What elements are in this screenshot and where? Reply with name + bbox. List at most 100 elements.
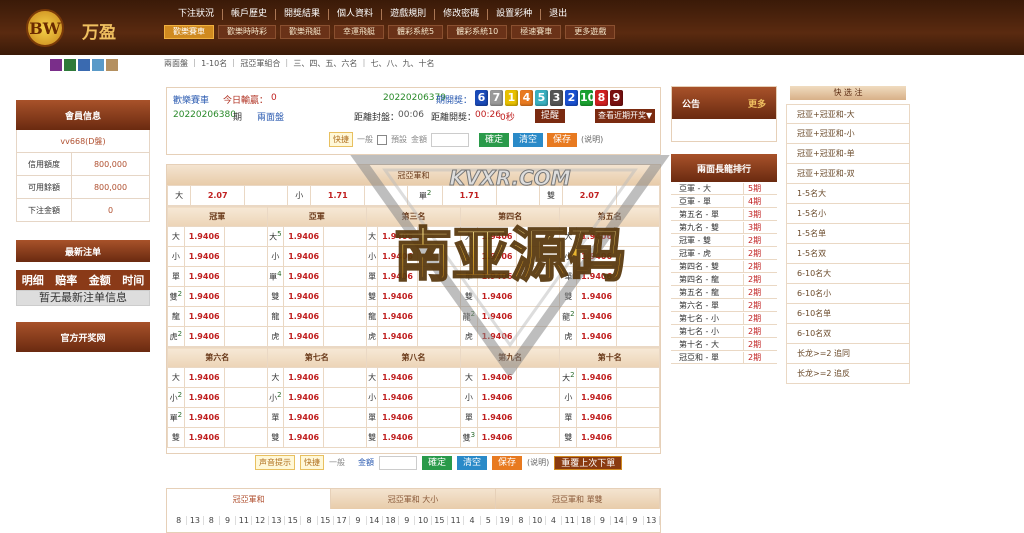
quick-bet-item[interactable]: 1-5名双 (786, 244, 910, 264)
clear-button-bottom[interactable]: 清空 (457, 455, 488, 470)
quick-bet-item[interactable]: 冠亚+冠亚和-大 (786, 104, 910, 124)
bet-amount-cell[interactable] (495, 185, 540, 206)
bet-amount-cell[interactable] (323, 246, 367, 267)
bet-amount-cell[interactable] (323, 266, 367, 287)
top-nav-item[interactable]: 個人資料 (329, 9, 383, 20)
quick-bet-item[interactable]: 6-10名大 (786, 264, 910, 284)
bet-amount-cell[interactable] (616, 367, 660, 388)
official-site-title[interactable]: 官方开奖网 (16, 322, 150, 352)
bet-amount-cell[interactable] (616, 427, 660, 448)
bet-amount-cell[interactable] (416, 326, 461, 347)
bet-amount-cell[interactable] (323, 367, 367, 388)
bet-amount-cell[interactable] (323, 387, 367, 408)
bet-amount-cell[interactable] (616, 387, 660, 408)
save-button[interactable]: 保存 (547, 132, 578, 147)
bet-amount-cell[interactable] (516, 407, 561, 428)
bet-amount-cell[interactable] (616, 407, 660, 428)
bet-amount-cell[interactable] (416, 226, 461, 247)
quick-bet-item[interactable]: 6-10名小 (786, 284, 910, 304)
bet-amount-cell[interactable] (616, 326, 660, 347)
bet-amount-cell[interactable] (616, 306, 660, 327)
stats-tab[interactable]: 冠亞軍和 (167, 489, 332, 509)
quick-mode-button[interactable]: 快捷 (329, 132, 353, 147)
bet-amount-cell[interactable] (223, 226, 268, 247)
game-tab[interactable]: 歡樂賽車 (164, 25, 214, 39)
bet-amount-cell[interactable] (223, 326, 268, 347)
bet-amount-cell[interactable] (323, 226, 367, 247)
clear-button[interactable]: 清空 (513, 132, 544, 147)
bet-amount-cell[interactable] (416, 306, 461, 327)
top-nav-item[interactable]: 開獎結果 (276, 9, 330, 20)
bet-amount-cell[interactable] (323, 326, 367, 347)
game-tab[interactable]: 更多遊戲 (565, 25, 616, 39)
bet-amount-cell[interactable] (416, 266, 461, 287)
sound-toggle[interactable]: 声音提示 (255, 455, 295, 470)
confirm-button-bottom[interactable]: 確定 (422, 455, 453, 470)
normal-mode-button-bottom[interactable]: 一般 (329, 457, 345, 468)
amount-input-bottom[interactable] (379, 455, 417, 470)
quick-bet-item[interactable]: 长龙>=2 追反 (786, 364, 910, 384)
bet-amount-cell[interactable] (323, 286, 367, 307)
preset-checkbox[interactable] (377, 134, 387, 145)
game-tab[interactable]: 歡樂飛艇 (280, 25, 330, 39)
bet-amount-cell[interactable] (516, 326, 561, 347)
official-site-link[interactable]: 官方开奖网 (16, 322, 150, 352)
bet-amount-cell[interactable] (416, 427, 461, 448)
amount-input[interactable] (431, 132, 469, 147)
bet-amount-cell[interactable] (516, 387, 561, 408)
bet-amount-cell[interactable] (223, 407, 268, 428)
bet-amount-cell[interactable] (323, 306, 367, 327)
quick-bet-item[interactable]: 6-10名双 (786, 324, 910, 344)
confirm-button[interactable]: 確定 (479, 132, 510, 147)
bet-amount-cell[interactable] (223, 387, 268, 408)
bet-amount-cell[interactable] (223, 306, 268, 327)
bet-amount-cell[interactable] (323, 407, 367, 428)
bet-amount-cell[interactable] (223, 246, 268, 267)
top-nav-item[interactable]: 修改密碼 (435, 9, 489, 20)
bet-amount-cell[interactable] (616, 226, 660, 247)
quick-bet-item[interactable]: 冠亚+冠亚和-双 (786, 164, 910, 184)
play-type-nav[interactable]: 兩面盤 ｜ 1-10名 ｜ 冠亞軍組合 ｜ 三、四、五、六名 ｜ 七、八、九、十… (164, 58, 435, 69)
game-tab[interactable]: 極速賽車 (511, 25, 562, 39)
stats-tab[interactable]: 冠亞軍和 大小 (331, 489, 496, 509)
bet-amount-cell[interactable] (323, 427, 367, 448)
top-nav-item[interactable]: 設置彩种 (488, 9, 542, 20)
game-tab[interactable]: 幸運飛艇 (334, 25, 384, 39)
quick-bet-item[interactable]: 1-5名小 (786, 204, 910, 224)
bet-amount-cell[interactable] (244, 185, 289, 206)
quick-bet-item[interactable]: 6-10名单 (786, 304, 910, 324)
bet-amount-cell[interactable] (516, 246, 561, 267)
view-recent-button[interactable]: 查看近期开奖▼ (595, 109, 656, 123)
bet-amount-cell[interactable] (223, 427, 268, 448)
normal-mode-button[interactable]: 一般 (357, 134, 373, 145)
game-tab[interactable]: 體彩系統5 (388, 25, 444, 39)
bet-amount-cell[interactable] (416, 407, 461, 428)
remind-button[interactable]: 提醒 (535, 109, 566, 123)
bet-amount-cell[interactable] (516, 286, 561, 307)
game-tab[interactable]: 歡樂時時彩 (218, 25, 276, 39)
bet-amount-cell[interactable] (616, 266, 660, 287)
explain-link[interactable]: (说明) (581, 134, 603, 145)
save-button-bottom[interactable]: 保存 (492, 455, 523, 470)
bet-amount-cell[interactable] (616, 246, 660, 267)
quick-bet-item[interactable]: 冠亚+冠亚和-单 (786, 144, 910, 164)
bet-amount-cell[interactable] (223, 266, 268, 287)
bet-amount-cell[interactable] (616, 185, 660, 206)
bet-amount-cell[interactable] (223, 286, 268, 307)
top-nav-item[interactable]: 下注狀況 (170, 9, 224, 20)
repeat-last-bet-button[interactable]: 重覆上次下單 (554, 455, 623, 470)
top-nav-item[interactable]: 帳戶歷史 (223, 9, 277, 20)
notice-more-link[interactable]: 更多 (748, 97, 766, 110)
bet-amount-cell[interactable] (416, 387, 461, 408)
quick-bet-item[interactable]: 1-5名单 (786, 224, 910, 244)
theme-swatch[interactable] (64, 59, 76, 71)
theme-swatch[interactable] (106, 59, 118, 71)
stats-tab[interactable]: 冠亞軍和 單雙 (495, 489, 660, 509)
theme-swatch[interactable] (50, 59, 62, 71)
top-nav-item[interactable]: 遊戲規則 (382, 9, 436, 20)
bet-amount-cell[interactable] (616, 286, 660, 307)
quick-bet-item[interactable]: 长龙>=2 追同 (786, 344, 910, 364)
theme-swatch[interactable] (92, 59, 104, 71)
top-nav-item[interactable]: 退出 (541, 9, 575, 20)
bet-amount-cell[interactable] (516, 427, 561, 448)
